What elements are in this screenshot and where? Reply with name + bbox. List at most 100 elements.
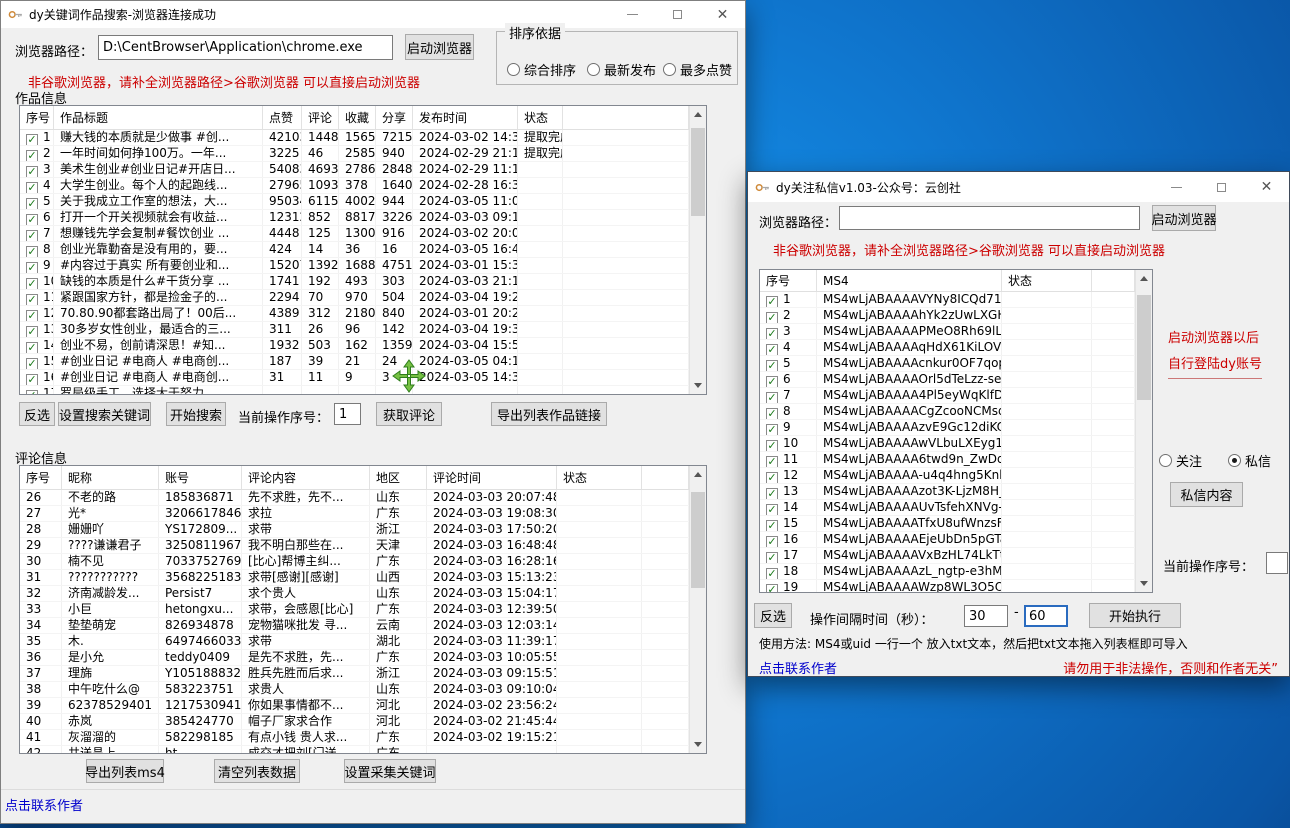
- minimize-button[interactable]: [610, 1, 655, 28]
- comments-table-row[interactable]: 29 ????谦谦君子 32508119675 我不明白那些在... 天津 20…: [20, 538, 689, 554]
- works-table-row[interactable]: ✓1 赚大钱的本质就是少做事 #创... 42103 1448 15659 72…: [20, 130, 689, 146]
- scrollbar-thumb[interactable]: [691, 492, 705, 588]
- row-checkbox[interactable]: ✓: [766, 296, 778, 307]
- scroll-down-arrow[interactable]: [1136, 575, 1152, 592]
- works-table-row[interactable]: ✓12 70.80.90都套路出局了！00后... 4389 312 2180 …: [20, 306, 689, 322]
- ms4-table-row[interactable]: ✓8 MS4wLjABAAAACgZcooNCMsd6lm...: [760, 404, 1135, 420]
- ms4-table-row[interactable]: ✓17 MS4wLjABAAAAVxBzHL74LkTtrE...: [760, 548, 1135, 564]
- comments-table-row[interactable]: 37 理旆 Y1051888327 胜兵先胜而后求... 浙江 2024-03-…: [20, 666, 689, 682]
- works-table-row[interactable]: ✓10 缺钱的本质是什么#干货分享 ... 1741 192 493 303 2…: [20, 274, 689, 290]
- clear-list-button[interactable]: 清空列表数据: [214, 759, 300, 783]
- scroll-up-arrow[interactable]: [1136, 270, 1152, 287]
- ms4-table-row[interactable]: ✓3 MS4wLjABAAAAPMeO8Rh69lLUnd...: [760, 324, 1135, 340]
- comments-scrollbar[interactable]: [689, 466, 706, 753]
- ms4-table-row[interactable]: ✓12 MS4wLjABAAAA-u4q4hng5Knb2h...: [760, 468, 1135, 484]
- browser-path-input[interactable]: [839, 206, 1140, 230]
- row-checkbox[interactable]: ✓: [766, 392, 778, 403]
- scroll-up-arrow[interactable]: [690, 106, 706, 123]
- launch-browser-button[interactable]: 启动浏览器: [1152, 205, 1216, 231]
- row-checkbox[interactable]: ✓: [766, 488, 778, 499]
- row-checkbox[interactable]: ✓: [766, 520, 778, 531]
- interval-from-input[interactable]: [964, 605, 1008, 627]
- row-checkbox[interactable]: ✓: [26, 198, 38, 209]
- ms4-table-row[interactable]: ✓18 MS4wLjABAAAAzL_ngtp-e3hMm4...: [760, 564, 1135, 580]
- ms4-table-row[interactable]: ✓7 MS4wLjABAAAA4Pl5eyWqKlfDQM...: [760, 388, 1135, 404]
- comments-table-row[interactable]: 40 赤岚 385424770 帽子厂家求合作 河北 2024-03-02 21…: [20, 714, 689, 730]
- row-checkbox[interactable]: ✓: [26, 182, 38, 193]
- ms4-table-row[interactable]: ✓4 MS4wLjABAAAAqHdX61KiLOV7LE...: [760, 340, 1135, 356]
- scroll-down-arrow[interactable]: [690, 736, 706, 753]
- comments-table-row[interactable]: 39 62378529401 1217530941 你如果事情都不... 河北 …: [20, 698, 689, 714]
- radio-follow[interactable]: [1159, 454, 1172, 467]
- ms4-table-row[interactable]: ✓13 MS4wLjABAAAAzot3K-LjzM8H_P...: [760, 484, 1135, 500]
- current-index-input[interactable]: [334, 403, 361, 425]
- row-checkbox[interactable]: ✓: [766, 328, 778, 339]
- right-titlebar[interactable]: dy关注私信v1.03-公众号：云创社 ✕: [748, 172, 1289, 202]
- works-table-row[interactable]: ✓6 打开一个开关视频就会有收益... 12312 852 8817 3226 …: [20, 210, 689, 226]
- ms4-table-header[interactable]: 序号 MS4 状态: [760, 270, 1135, 292]
- works-scrollbar[interactable]: [689, 106, 706, 394]
- comments-table-row[interactable]: 27 光* 32066178464 求拉 广东 2024-03-03 19:08…: [20, 506, 689, 522]
- radio-sort-most-liked[interactable]: [663, 63, 676, 76]
- row-checkbox[interactable]: ✓: [766, 376, 778, 387]
- ms4-table-row[interactable]: ✓6 MS4wLjABAAAAOrl5dTeLzz-sey...: [760, 372, 1135, 388]
- ms4-table-row[interactable]: ✓14 MS4wLjABAAAAUvTsfehXNVg-7Z...: [760, 500, 1135, 516]
- works-table-row[interactable]: ✓9 #内容过于真实 所有要创业和... 15207 1392 1688 475…: [20, 258, 689, 274]
- ms4-table-row[interactable]: ✓16 MS4wLjABAAAAEjeUbDn5pGTaTX...: [760, 532, 1135, 548]
- comments-table-row[interactable]: 28 姗姗吖 YS172809... 求带 浙江 2024-03-03 17:5…: [20, 522, 689, 538]
- current-index-input[interactable]: [1266, 552, 1288, 574]
- row-checkbox[interactable]: ✓: [766, 344, 778, 355]
- row-checkbox[interactable]: ✓: [26, 390, 38, 394]
- row-checkbox[interactable]: ✓: [26, 294, 38, 305]
- row-checkbox[interactable]: ✓: [766, 408, 778, 419]
- row-checkbox[interactable]: ✓: [26, 374, 38, 385]
- start-execute-button[interactable]: 开始执行: [1089, 603, 1181, 628]
- invert-selection-button[interactable]: 反选: [754, 603, 792, 628]
- ms4-table-row[interactable]: ✓19 MS4wLjABAAAAWzp8WL3O5OeYir...: [760, 580, 1135, 592]
- row-checkbox[interactable]: ✓: [766, 584, 778, 592]
- ms4-table-row[interactable]: ✓11 MS4wLjABAAAA6twd9n_ZwDqhij...: [760, 452, 1135, 468]
- row-checkbox[interactable]: ✓: [26, 150, 38, 161]
- comments-table-row[interactable]: 36 是小允 teddy0409 是先不求胜，先... 广东 2024-03-0…: [20, 650, 689, 666]
- minimize-button[interactable]: [1154, 172, 1199, 202]
- row-checkbox[interactable]: ✓: [26, 214, 38, 225]
- works-table-header[interactable]: 序号 作品标题 点赞 评论 收藏 分享 发布时间 状态: [20, 106, 689, 130]
- comments-table-row[interactable]: 33 小巨 hetongxu... 求带，会感恩[比心] 广东 2024-03-…: [20, 602, 689, 618]
- radio-sort-comprehensive[interactable]: [507, 63, 520, 76]
- export-work-links-button[interactable]: 导出列表作品链接: [491, 402, 607, 426]
- ms4-table-row[interactable]: ✓9 MS4wLjABAAAAzvE9Gc12diKOOx...: [760, 420, 1135, 436]
- get-comments-button[interactable]: 获取评论: [376, 402, 442, 426]
- export-ms4-button[interactable]: 导出列表ms4: [86, 759, 164, 783]
- start-search-button[interactable]: 开始搜索: [166, 402, 226, 426]
- dm-content-button[interactable]: 私信内容: [1170, 482, 1243, 507]
- radio-sort-newest[interactable]: [587, 63, 600, 76]
- ms4-scrollbar[interactable]: [1135, 270, 1152, 592]
- close-button[interactable]: ✕: [700, 1, 745, 28]
- comments-table-row[interactable]: 35 木. 64974660336 求带 湖北 2024-03-03 11:39…: [20, 634, 689, 650]
- comments-table-row[interactable]: 32 济南减龄发... Persist7 求个贵人 山东 2024-03-03 …: [20, 586, 689, 602]
- works-table-row[interactable]: ✓14 创业不易，创前请深思！#知... 1932 503 162 1359 2…: [20, 338, 689, 354]
- interval-to-input[interactable]: [1024, 605, 1068, 627]
- set-search-keywords-button[interactable]: 设置搜索关键词: [58, 402, 151, 426]
- works-table-row[interactable]: ✓11 紧跟国家方针，都是捡金子的... 2294 70 970 504 202…: [20, 290, 689, 306]
- row-checkbox[interactable]: ✓: [26, 326, 38, 337]
- row-checkbox[interactable]: ✓: [766, 456, 778, 467]
- scrollbar-thumb[interactable]: [691, 128, 705, 216]
- ms4-table-row[interactable]: ✓2 MS4wLjABAAAAhYk2zUwLXGH5BV...: [760, 308, 1135, 324]
- row-checkbox[interactable]: ✓: [26, 166, 38, 177]
- row-checkbox[interactable]: ✓: [26, 278, 38, 289]
- ms4-table-row[interactable]: ✓15 MS4wLjABAAAATfxU8ufWnzsFbe...: [760, 516, 1135, 532]
- maximize-button[interactable]: [1199, 172, 1244, 202]
- comments-table-row[interactable]: 30 楠不见 70337527691 [比心]帮博主纠... 广东 2024-0…: [20, 554, 689, 570]
- radio-dm[interactable]: [1228, 454, 1241, 467]
- browser-path-input[interactable]: [98, 35, 393, 60]
- row-checkbox[interactable]: ✓: [766, 568, 778, 579]
- row-checkbox[interactable]: ✓: [766, 312, 778, 323]
- contact-author-link[interactable]: 点击联系作者: [5, 795, 83, 814]
- row-checkbox[interactable]: ✓: [26, 246, 38, 257]
- maximize-button[interactable]: [655, 1, 700, 28]
- row-checkbox[interactable]: ✓: [26, 230, 38, 241]
- row-checkbox[interactable]: ✓: [766, 440, 778, 451]
- left-titlebar[interactable]: dy关键词作品搜索-浏览器连接成功 ✕: [1, 1, 745, 28]
- comments-table-row[interactable]: 34 垫垫萌宠 826934878 宠物猫咪批发 寻... 云南 2024-03…: [20, 618, 689, 634]
